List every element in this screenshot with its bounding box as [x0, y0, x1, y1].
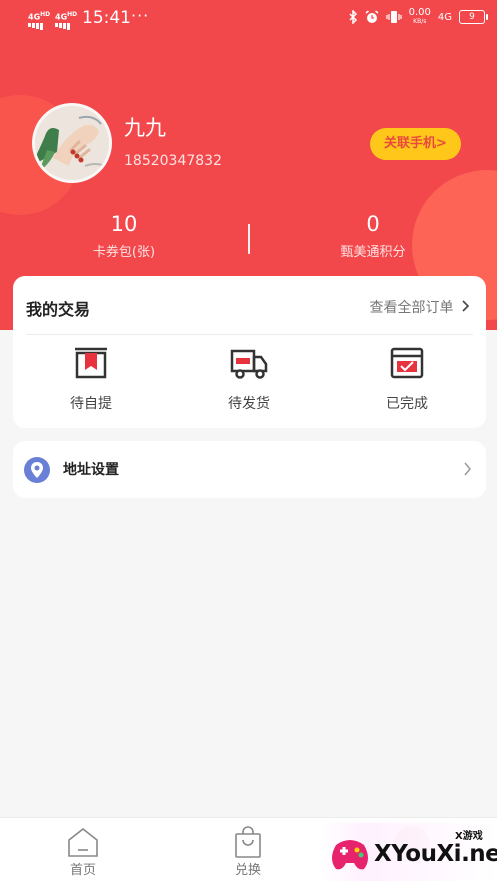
tab-exchange-label: 兑换 — [234, 863, 261, 878]
divider — [26, 334, 473, 335]
address-settings-label: 地址设置 — [63, 462, 119, 478]
stat-points-value: 0 — [366, 212, 380, 236]
tab-exchange[interactable]: 兑换 — [208, 826, 288, 878]
alarm-icon — [365, 10, 379, 23]
order-pending-shipment[interactable]: 待发货 — [189, 346, 309, 413]
chevron-right-icon — [462, 300, 470, 312]
bluetooth-icon — [349, 10, 357, 24]
stat-points[interactable]: 0 甄美通积分 — [283, 212, 463, 260]
completed-calendar-icon — [390, 347, 424, 379]
tab-home[interactable]: 首页 — [43, 826, 123, 878]
network-speed: 0.00 KB/s — [408, 7, 431, 26]
chevron-right-icon — [464, 462, 471, 476]
view-all-orders-label: 查看全部订单 — [369, 300, 454, 316]
status-more-dots: ··· — [131, 6, 150, 25]
my-transactions-card: 我的交易 查看全部订单 待自提 待发货 已完成 — [13, 276, 486, 428]
phone-number: 18520347832 — [124, 153, 222, 169]
address-settings-row[interactable]: 地址设置 — [13, 441, 486, 498]
delivery-truck-icon — [230, 349, 268, 379]
stat-coupons-label: 卡券包(张) — [92, 245, 156, 260]
order-completed[interactable]: 已完成 — [347, 346, 467, 413]
stat-points-label: 甄美通积分 — [340, 245, 406, 260]
link-phone-button[interactable]: 关联手机> — [370, 128, 461, 160]
stat-coupons[interactable]: 10 卡券包(张) — [34, 212, 214, 260]
order-completed-label: 已完成 — [386, 396, 428, 412]
signal-icon-1: 4GHD — [28, 10, 50, 30]
tab-home-label: 首页 — [69, 863, 96, 878]
watermark-text: XYouXi.net — [374, 841, 497, 867]
network-type: 4G — [437, 11, 452, 23]
home-icon — [68, 827, 98, 857]
status-bar: 4GHD 4GHD 15:41 ··· 0.00 KB/s 4G 9 — [0, 0, 497, 34]
gamepad-logo-icon — [332, 840, 368, 870]
watermark-sub: X游戏 — [455, 831, 483, 842]
signal-icon-2: 4GHD — [55, 10, 77, 30]
stat-coupons-value: 10 — [110, 212, 138, 236]
order-pending-pickup-label: 待自提 — [70, 396, 112, 412]
stat-divider — [248, 224, 250, 254]
location-pin-icon — [24, 457, 50, 483]
username: 九九 — [124, 116, 166, 140]
my-transactions-title: 我的交易 — [26, 300, 91, 319]
pickup-store-icon — [75, 347, 107, 379]
watermark: X游戏 XYouXi.net — [320, 823, 497, 881]
status-time: 15:41 — [82, 8, 131, 28]
order-pending-pickup[interactable]: 待自提 — [31, 346, 151, 413]
view-all-orders-link[interactable]: 查看全部订单 — [370, 297, 470, 317]
shopping-bag-icon — [235, 826, 261, 858]
order-pending-shipment-label: 待发货 — [228, 396, 270, 412]
avatar[interactable] — [32, 103, 112, 183]
vibrate-icon — [386, 11, 402, 23]
battery-icon: 9 — [459, 10, 488, 24]
